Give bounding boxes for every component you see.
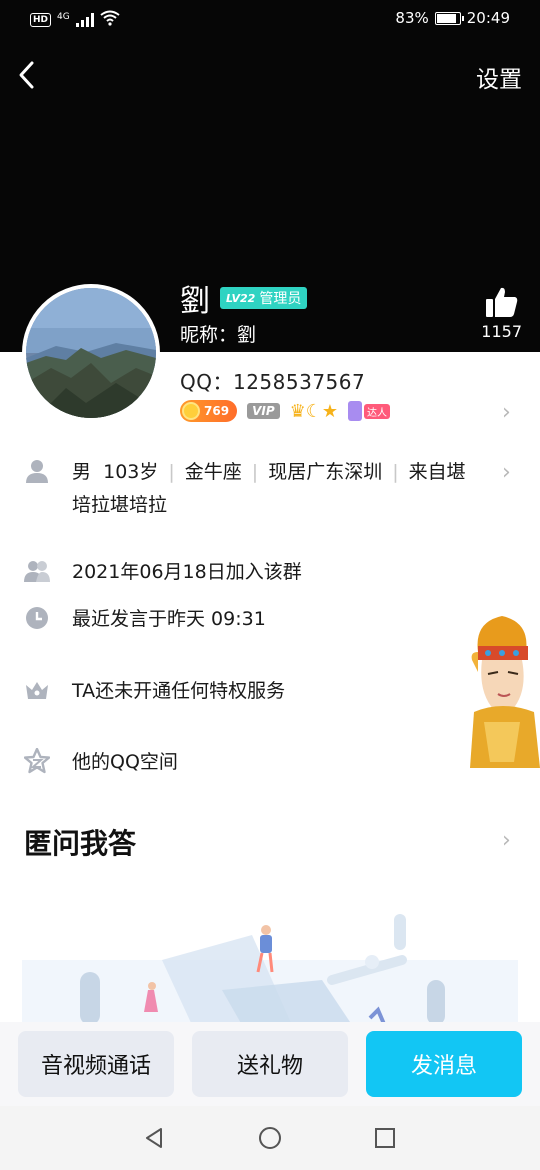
triangle-back-icon: [146, 1128, 162, 1148]
level-text: LV22: [226, 291, 256, 305]
wifi-icon: [100, 10, 120, 30]
vip-badge: VIP: [247, 403, 280, 419]
daren-tag: 达人: [364, 403, 391, 419]
like-button[interactable]: [482, 286, 522, 322]
clock-icon: [22, 603, 52, 633]
avatar[interactable]: [22, 284, 160, 422]
basic-info-text: 男 103岁 | 金牛座 | 现居广东深圳 | 来自堪 培拉堪培拉: [72, 456, 466, 522]
send-message-button[interactable]: 发消息: [366, 1031, 522, 1097]
qq-number: QQ：1258537567: [180, 370, 366, 394]
zodiac: 金牛座: [184, 461, 242, 483]
star-icon: [22, 746, 52, 776]
thumbs-up-icon: [486, 287, 518, 317]
av-call-button[interactable]: 音视频通话: [18, 1031, 174, 1097]
qzone-text: 他的QQ空间: [72, 751, 178, 773]
last-speak: 最近发言于昨天 09:31: [72, 608, 266, 630]
avatar-mountain-photo: [26, 288, 156, 418]
crown-moon-star-icon: ♛☾★: [289, 400, 339, 422]
hometown: 来自堪: [408, 461, 466, 483]
coin-icon: [182, 402, 200, 420]
join-date: 2021年06月18日加入该群: [72, 561, 302, 583]
square-recents-icon: [375, 1128, 395, 1148]
profile-name: 劉: [180, 284, 210, 319]
qa-illustration: [22, 900, 518, 1025]
nav-back-button[interactable]: [143, 1126, 167, 1150]
chevron-right-icon[interactable]: ›: [502, 400, 511, 425]
gender: 男: [72, 461, 92, 483]
role-text: 管理员: [259, 291, 302, 307]
privilege-row[interactable]: TA还未开通任何特权服务: [22, 675, 285, 708]
coin-badge: 769: [180, 400, 238, 422]
nav-home-button[interactable]: [258, 1126, 282, 1150]
crown-icon: [22, 675, 52, 705]
network-type: 4G: [57, 12, 70, 22]
name-row: 劉 LV22 管理员: [180, 276, 308, 320]
battery-percent: 83%: [395, 9, 429, 27]
status-right: 83% 20:49: [395, 9, 510, 27]
chevron-right-icon[interactable]: ›: [502, 460, 511, 485]
mascot-sticker[interactable]: [464, 612, 540, 768]
circle-home-icon: [259, 1127, 281, 1149]
basic-info-row[interactable]: 男 103岁 | 金牛座 | 现居广东深圳 | 来自堪 培拉堪培拉: [22, 456, 492, 522]
separator: |: [168, 461, 175, 483]
coin-value: 769: [204, 404, 230, 418]
privilege-text: TA还未开通任何特权服务: [72, 680, 286, 702]
phone-icon: [348, 401, 363, 421]
separator: |: [251, 461, 259, 483]
status-left: HD 4G: [30, 10, 120, 30]
hd-badge: HD: [30, 13, 52, 27]
chevron-right-icon[interactable]: ›: [502, 828, 511, 853]
nav-recents-button[interactable]: [373, 1126, 397, 1150]
bottom-action-bar: 音视频通话 送礼物 发消息: [0, 1022, 540, 1106]
badges-row[interactable]: 769 VIP ♛☾★ 达人: [180, 400, 391, 422]
like-count: 1157: [481, 322, 522, 341]
battery-icon: [434, 11, 464, 25]
settings-button[interactable]: 设置: [476, 60, 522, 94]
person-icon: [22, 456, 52, 486]
status-bar: HD 4G 83% 20:49: [0, 0, 540, 38]
separator: |: [392, 461, 399, 483]
daren-badge: 达人: [348, 401, 391, 421]
system-nav-bar: [0, 1106, 540, 1170]
group-icon: [22, 556, 52, 586]
chevron-left-icon: [19, 61, 34, 89]
residence: 现居广东深圳: [268, 461, 383, 483]
qzone-row[interactable]: 他的QQ空间: [22, 746, 178, 779]
signal-icon: [75, 13, 94, 27]
nickname: 昵称：劉: [180, 324, 257, 346]
clock: 20:49: [466, 9, 510, 27]
last-speak-row[interactable]: 最近发言于昨天 09:31: [22, 603, 266, 636]
hometown-continued: 培拉堪培拉: [72, 494, 168, 516]
send-gift-button[interactable]: 送礼物: [192, 1031, 348, 1097]
qa-section-title: 匿问我答: [24, 827, 137, 860]
back-button[interactable]: [12, 58, 44, 92]
level-badge: LV22 管理员: [220, 287, 308, 309]
age: 103岁: [103, 461, 159, 483]
join-date-row: 2021年06月18日加入该群: [22, 556, 302, 589]
